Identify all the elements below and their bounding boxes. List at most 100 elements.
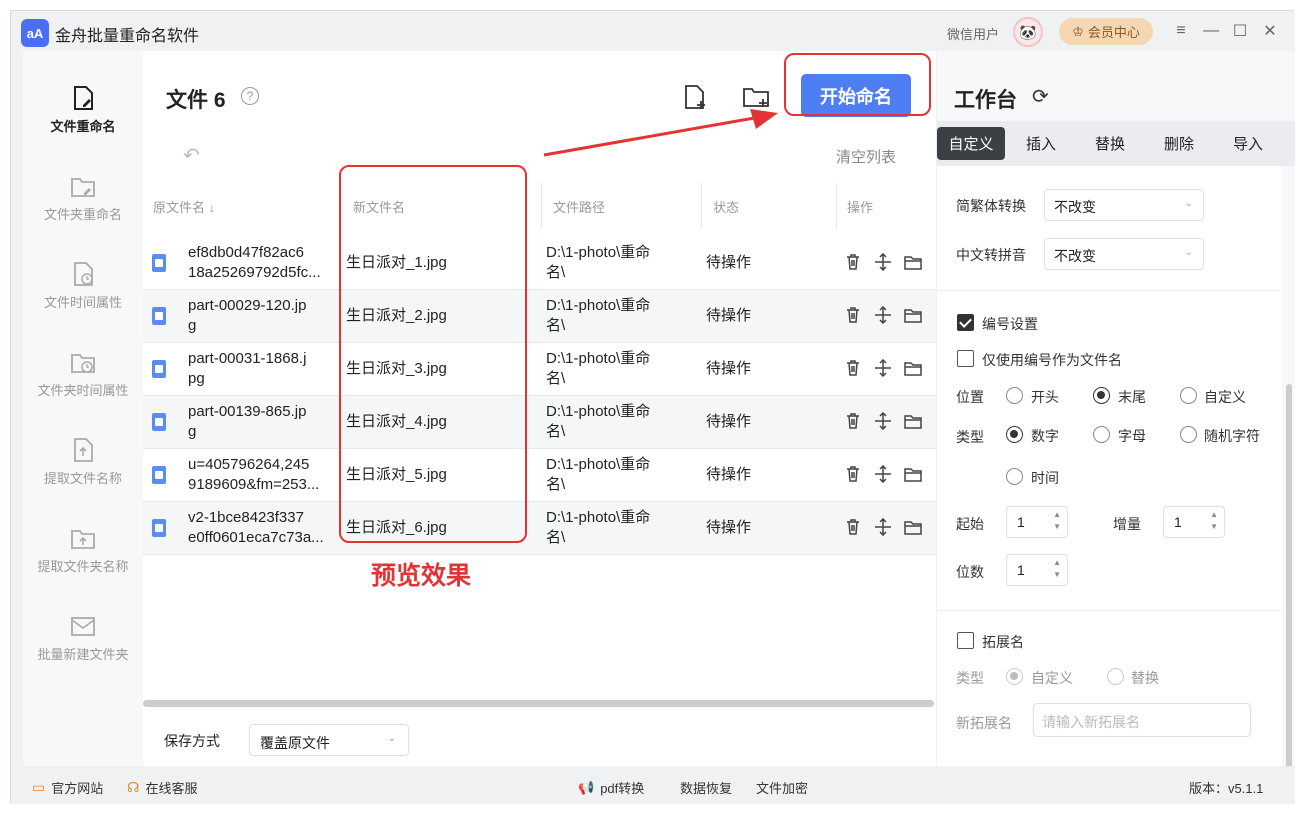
delete-icon[interactable]: [844, 253, 862, 271]
website-link[interactable]: ▭ 官方网站: [32, 778, 103, 797]
sidebar-item-label: 文件夹时间属性: [37, 382, 129, 398]
digits-label: 位数: [956, 564, 984, 580]
undo-icon[interactable]: ↶: [183, 143, 200, 168]
pinyin-select[interactable]: 不改变 ⌄: [1044, 238, 1204, 270]
original-name-cell: part-00139-865.jp g: [188, 402, 338, 442]
chevron-down-icon[interactable]: ▼: [1053, 522, 1061, 531]
delete-icon[interactable]: [844, 412, 862, 430]
start-stepper[interactable]: 1 ▲ ▼: [1006, 506, 1068, 538]
tab-replace[interactable]: 替换: [1076, 127, 1144, 160]
sidebar-item-extract-file[interactable]: 提取文件名称: [23, 421, 143, 501]
extension-checkbox[interactable]: [957, 632, 974, 649]
headset-icon: ☊: [127, 779, 140, 795]
column-divider[interactable]: [701, 183, 702, 229]
ext-custom-radio[interactable]: [1006, 668, 1023, 685]
chevron-down-icon[interactable]: ▼: [1210, 522, 1218, 531]
position-custom-radio[interactable]: [1180, 387, 1197, 404]
chevron-up-icon[interactable]: ▲: [1210, 510, 1218, 519]
delete-icon[interactable]: [844, 359, 862, 377]
menu-icon[interactable]: ≡: [1171, 21, 1191, 41]
numbering-checkbox[interactable]: [957, 314, 974, 331]
sidebar-item-extract-folder[interactable]: 提取文件夹名称: [23, 509, 143, 589]
column-divider[interactable]: [541, 183, 542, 229]
support-link[interactable]: ☊ 在线客服: [127, 778, 197, 797]
tab-insert[interactable]: 插入: [1007, 127, 1075, 160]
path-line: 名\: [546, 370, 566, 387]
path-cell: D:\1-photo\重命 名\: [546, 508, 686, 548]
original-name-line: pg: [188, 370, 205, 387]
move-icon[interactable]: [874, 465, 892, 483]
trad-simp-value: 不改变: [1054, 199, 1096, 215]
vip-center-button[interactable]: ♔ 会员中心: [1059, 18, 1153, 45]
move-icon[interactable]: [874, 253, 892, 271]
user-name[interactable]: 微信用户: [947, 24, 999, 43]
path-line: 名\: [546, 317, 566, 334]
save-mode-select[interactable]: 覆盖原文件 ⌄: [249, 724, 409, 756]
file-encrypt-link[interactable]: 文件加密: [756, 778, 808, 797]
pdf-convert-label: pdf转换: [600, 781, 645, 796]
position-label: 位置: [956, 389, 984, 405]
workbench-panel: 工作台 ⟳ 自定义 插入 替换 删除 导入 简繁体转换 不改变 ⌄ 中文转拼音 不…: [937, 51, 1295, 794]
column-divider[interactable]: [836, 183, 837, 229]
move-icon[interactable]: [874, 412, 892, 430]
open-folder-icon[interactable]: [904, 465, 922, 483]
image-file-icon: [152, 413, 166, 431]
tab-import[interactable]: 导入: [1214, 127, 1282, 160]
type-number-radio[interactable]: [1006, 426, 1023, 443]
tab-delete[interactable]: 删除: [1145, 127, 1213, 160]
type-random-radio[interactable]: [1180, 426, 1197, 443]
open-folder-icon[interactable]: [904, 359, 922, 377]
sidebar-item-folder-time[interactable]: 文件夹时间属性: [23, 333, 143, 413]
table-row[interactable]: ef8db0d47f82ac6 18a25269792d5fc... 生日派对_1…: [143, 237, 936, 290]
open-folder-icon[interactable]: [904, 253, 922, 271]
sidebar-item-file-time[interactable]: 文件时间属性: [23, 245, 143, 325]
open-folder-icon[interactable]: [904, 518, 922, 536]
table-row[interactable]: part-00139-865.jp g 生日派对_4.jpg D:\1-photo…: [143, 396, 936, 449]
table-row[interactable]: u=405796264,245 9189609&fm=253... 生日派对_5.…: [143, 449, 936, 502]
table-row[interactable]: part-00031-1868.j pg 生日派对_3.jpg D:\1-phot…: [143, 343, 936, 396]
refresh-icon[interactable]: ⟳: [1032, 84, 1049, 109]
position-end-radio[interactable]: [1093, 387, 1110, 404]
type-random-label: 随机字符: [1204, 428, 1260, 444]
step-stepper[interactable]: 1 ▲ ▼: [1163, 506, 1225, 538]
tab-custom[interactable]: 自定义: [937, 127, 1005, 160]
open-folder-icon[interactable]: [904, 306, 922, 324]
sidebar-item-batch-folder[interactable]: 批量新建文件夹: [23, 597, 143, 677]
minimize-button[interactable]: —: [1201, 21, 1221, 41]
pdf-convert-link[interactable]: 📢 pdf转换: [578, 778, 644, 797]
only-number-checkbox[interactable]: [957, 350, 974, 367]
move-icon[interactable]: [874, 306, 892, 324]
digits-stepper[interactable]: 1 ▲ ▼: [1006, 554, 1068, 586]
type-letter-radio[interactable]: [1093, 426, 1110, 443]
table-row[interactable]: v2-1bce8423f337 e0ff0601eca7c73a... 生日派对_…: [143, 502, 936, 555]
horizontal-scrollbar[interactable]: [143, 700, 934, 707]
avatar[interactable]: 🐼: [1013, 17, 1043, 47]
delete-icon[interactable]: [844, 465, 862, 483]
data-recovery-link[interactable]: 数据恢复: [680, 778, 732, 797]
vertical-scrollbar[interactable]: [1286, 384, 1292, 794]
move-icon[interactable]: [874, 359, 892, 377]
delete-icon[interactable]: [844, 306, 862, 324]
delete-icon[interactable]: [844, 518, 862, 536]
new-extension-input[interactable]: 请输入新拓展名: [1033, 703, 1251, 737]
chevron-up-icon[interactable]: ▲: [1053, 510, 1061, 519]
maximize-button[interactable]: ☐: [1230, 21, 1250, 41]
chevron-down-icon[interactable]: ▼: [1053, 570, 1061, 579]
ext-replace-radio[interactable]: [1107, 668, 1124, 685]
trad-simp-select[interactable]: 不改变 ⌄: [1044, 189, 1204, 221]
position-start-radio[interactable]: [1006, 387, 1023, 404]
sidebar-item-file-rename[interactable]: 文件重命名: [23, 69, 143, 149]
table-row[interactable]: part-00029-120.jp g 生日派对_2.jpg D:\1-photo…: [143, 290, 936, 343]
column-original-name[interactable]: 原文件名 ↓: [153, 197, 215, 216]
chevron-up-icon[interactable]: ▲: [1053, 558, 1061, 567]
close-button[interactable]: ✕: [1260, 21, 1280, 41]
help-icon[interactable]: ?: [241, 87, 259, 105]
sidebar-item-label: 文件重命名: [50, 118, 116, 134]
move-icon[interactable]: [874, 518, 892, 536]
sidebar-item-folder-rename[interactable]: 文件夹重命名: [23, 157, 143, 237]
type-time-radio[interactable]: [1006, 468, 1023, 485]
status-cell: 待操作: [706, 254, 752, 271]
clear-list-button[interactable]: 清空列表: [836, 146, 896, 167]
open-folder-icon[interactable]: [904, 412, 922, 430]
sidebar: 文件重命名 文件夹重命名 文件时间属性 文件夹时间属性 提取文件名称 提取文件夹…: [23, 51, 143, 766]
